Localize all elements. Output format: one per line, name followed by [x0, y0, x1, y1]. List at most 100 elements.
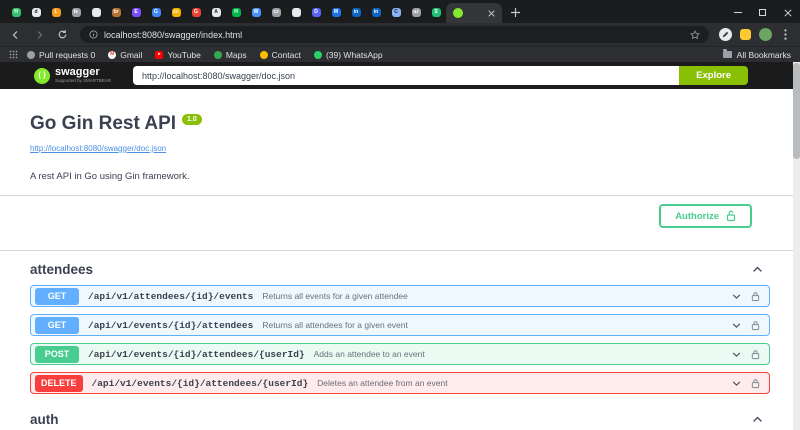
operation-row[interactable]: GET/api/v1/events/{id}/attendees Returns …: [30, 314, 770, 336]
edit-extension-button[interactable]: [718, 27, 733, 42]
operation-row[interactable]: DELETE/api/v1/events/{id}/attendees/{use…: [30, 372, 770, 394]
browser-tab[interactable]: L: [46, 3, 66, 22]
browser-tab[interactable]: W: [246, 3, 266, 22]
swagger-logo-icon: { }: [34, 67, 50, 84]
browser-tab[interactable]: E: [126, 3, 146, 22]
browser-tab[interactable]: C: [386, 3, 406, 22]
minimize-button[interactable]: [725, 2, 750, 23]
tab-favicon-icon: L: [51, 8, 61, 17]
unlock-icon: [726, 210, 736, 222]
section-title: auth: [30, 412, 59, 427]
browser-tab[interactable]: H: [6, 3, 26, 22]
bookmark-item[interactable]: Maps: [213, 50, 247, 60]
browser-tab[interactable]: A: [206, 3, 226, 22]
page-scrollbar[interactable]: [793, 62, 800, 430]
operation-row[interactable]: POST/api/v1/events/{id}/attendees/{userI…: [30, 343, 770, 365]
swagger-logo: { } swagger Supported by SMARTBEAR: [34, 67, 111, 84]
address-text[interactable]: localhost:8080/swagger/index.html: [104, 30, 684, 40]
swagger-logo-subtext: Supported by SMARTBEAR: [55, 78, 111, 84]
browser-tab[interactable]: [286, 3, 306, 22]
bookmark-label: Pull requests 0: [39, 49, 96, 60]
browser-tab[interactable]: uz: [406, 3, 426, 22]
tab-favicon-icon: A: [211, 8, 221, 17]
lock-icon[interactable]: [751, 349, 760, 360]
browser-tab[interactable]: S: [426, 3, 446, 22]
browser-tab[interactable]: [86, 3, 106, 22]
browser-tab[interactable]: in: [366, 3, 386, 22]
close-tab-icon[interactable]: [488, 4, 495, 22]
browser-tab[interactable]: d: [26, 3, 46, 22]
explore-button[interactable]: Explore: [679, 66, 748, 85]
extension-button[interactable]: [738, 27, 753, 42]
lock-icon[interactable]: [751, 320, 760, 331]
operation-path: /api/v1/attendees/{id}/events: [88, 290, 254, 302]
chevron-down-icon[interactable]: [731, 378, 742, 389]
bookmark-favicon-icon: [213, 50, 222, 59]
bookmark-label: YouTube: [167, 49, 201, 60]
edit-pencil-icon: [719, 28, 732, 41]
all-bookmarks-button[interactable]: All Bookmarks: [722, 49, 791, 60]
chevron-down-icon[interactable]: [731, 320, 742, 331]
auth-wrapper: Authorize: [30, 196, 770, 237]
operation-summary: Adds an attendee to an event: [313, 349, 425, 359]
bookmarks-bar: Pull requests 0 M Gmail ▸ YouTube Maps Contact…: [0, 46, 800, 62]
version-badge: 1.0: [182, 114, 202, 125]
section-header[interactable]: attendees: [30, 251, 770, 285]
browser-tab[interactable]: D: [306, 3, 326, 22]
tab-favicon-icon: S: [431, 8, 441, 17]
tab-favicon-icon: uz: [411, 8, 421, 17]
back-button[interactable]: [7, 26, 25, 44]
site-info-icon[interactable]: [89, 30, 98, 39]
bookmark-star-icon[interactable]: [690, 29, 700, 40]
chevron-up-icon[interactable]: [751, 263, 764, 276]
browser-tab[interactable]: H: [226, 3, 246, 22]
chevron-down-icon[interactable]: [731, 349, 742, 360]
lock-icon[interactable]: [751, 291, 760, 302]
browser-tab[interactable]: cz: [266, 3, 286, 22]
chevron-up-icon[interactable]: [751, 413, 764, 426]
browser-tab[interactable]: cc: [166, 3, 186, 22]
tab-list: Hd Lle br E Gcc G A H Wcz D Min in Cuz S: [6, 3, 446, 22]
bookmark-item[interactable]: ▸ YouTube: [155, 49, 201, 60]
folder-icon: [722, 49, 732, 58]
spec-link[interactable]: http://localhost:8080/swagger/doc.json: [30, 144, 166, 153]
maximize-button[interactable]: [750, 2, 775, 23]
browser-tab[interactable]: in: [346, 3, 366, 22]
bookmark-item[interactable]: Contact: [259, 50, 301, 60]
scrollbar-thumb[interactable]: [793, 63, 800, 159]
authorize-button[interactable]: Authorize: [659, 204, 752, 228]
forward-icon: [37, 30, 43, 39]
apps-grid-button[interactable]: [9, 46, 18, 64]
address-bar[interactable]: localhost:8080/swagger/index.html: [80, 26, 709, 43]
bookmark-label: (39) WhatsApp: [325, 49, 383, 60]
lock-icon[interactable]: [751, 378, 760, 389]
operation-row[interactable]: GET/api/v1/attendees/{id}/events Returns …: [30, 285, 770, 307]
active-tab[interactable]: [446, 2, 502, 23]
refresh-button[interactable]: [53, 26, 71, 44]
browser-tab[interactable]: G: [146, 3, 166, 22]
tab-strip: Hd Lle br E Gcc G A H Wcz D Min in Cuz S: [0, 0, 800, 23]
browser-tab[interactable]: G: [186, 3, 206, 22]
profile-button[interactable]: [758, 27, 773, 42]
tab-favicon-icon: in: [351, 8, 361, 17]
browser-tab[interactable]: br: [106, 3, 126, 22]
new-tab-button[interactable]: [505, 3, 525, 22]
operation-summary: Deletes an attendee from an event: [317, 378, 448, 388]
chevron-down-icon[interactable]: [731, 291, 742, 302]
bookmark-item[interactable]: Pull requests 0: [27, 50, 95, 60]
spec-url-input[interactable]: [132, 66, 680, 85]
bookmark-list: Pull requests 0 M Gmail ▸ YouTube Maps Contact…: [27, 50, 383, 60]
forward-button[interactable]: [30, 26, 48, 44]
bookmark-item[interactable]: (39) WhatsApp: [313, 49, 383, 60]
browser-tab[interactable]: le: [66, 3, 86, 22]
tab-favicon-icon: D: [311, 8, 321, 17]
method-badge: POST: [35, 345, 79, 363]
window-controls: [725, 2, 800, 23]
tab-favicon-icon: in: [371, 8, 381, 17]
tab-favicon-icon: cz: [271, 8, 281, 17]
browser-menu-button[interactable]: [778, 27, 793, 42]
section-header[interactable]: auth: [30, 401, 770, 430]
bookmark-item[interactable]: M Gmail: [108, 50, 142, 60]
close-window-button[interactable]: [775, 2, 800, 23]
browser-tab[interactable]: M: [326, 3, 346, 22]
